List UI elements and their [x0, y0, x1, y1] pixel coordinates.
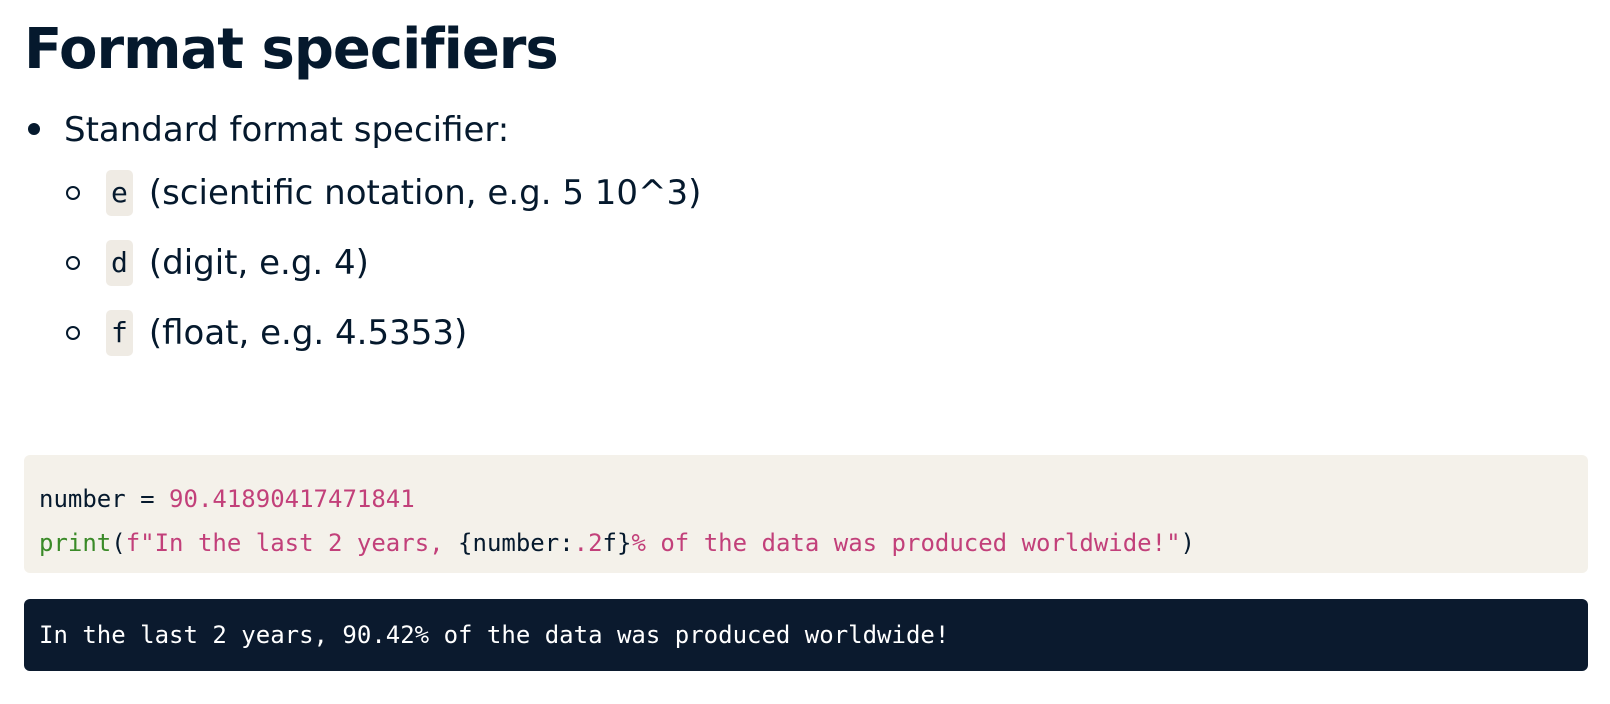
code-string-end: % of the data was produced worldwide!" [631, 529, 1181, 557]
specifier-description: (float, e.g. 4.5353) [148, 313, 468, 353]
output-text: In the last 2 years, 90.42% of the data … [39, 621, 950, 649]
circle-bullet-icon [66, 256, 80, 270]
code-number: 90.41890417471841 [169, 485, 415, 513]
bullet-list: Standard format specifier: [24, 106, 509, 154]
code-paren-close: ) [1180, 529, 1195, 557]
page-title: Format specifiers [24, 17, 559, 82]
code-variable: number = [39, 485, 170, 513]
circle-bullet-icon [66, 186, 80, 200]
specifier-list: e (scientific notation, e.g. 5 10^3) d (… [64, 158, 701, 368]
bullet-dot-icon [28, 123, 40, 135]
specifier-code: e [106, 170, 133, 216]
circle-bullet-icon [66, 326, 80, 340]
bullet-item: Standard format specifier: [24, 106, 509, 154]
code-format-spec: .2 [573, 529, 603, 557]
specifier-code: d [106, 240, 133, 286]
bullet-label: Standard format specifier: [64, 110, 510, 150]
specifier-item-f: f (float, e.g. 4.5353) [64, 298, 701, 368]
code-function: print [39, 529, 112, 557]
code-line-1: number = 90.41890417471841 [39, 477, 1588, 521]
specifier-description: (digit, e.g. 4) [148, 243, 369, 283]
specifier-description: (scientific notation, e.g. 5 10^3) [148, 173, 702, 213]
code-paren-open: ( [111, 529, 126, 557]
code-block: number = 90.41890417471841 print(f"In the… [24, 455, 1588, 573]
code-interpolation-open: {number: [458, 529, 574, 557]
specifier-code: f [106, 310, 133, 356]
specifier-item-e: e (scientific notation, e.g. 5 10^3) [64, 158, 701, 228]
code-string-start: f"In the last 2 years, [125, 529, 459, 557]
output-block: In the last 2 years, 90.42% of the data … [24, 599, 1588, 671]
code-interpolation-close: f} [602, 529, 632, 557]
code-line-2: print(f"In the last 2 years, {number:.2f… [39, 521, 1588, 565]
specifier-item-d: d (digit, e.g. 4) [64, 228, 701, 298]
